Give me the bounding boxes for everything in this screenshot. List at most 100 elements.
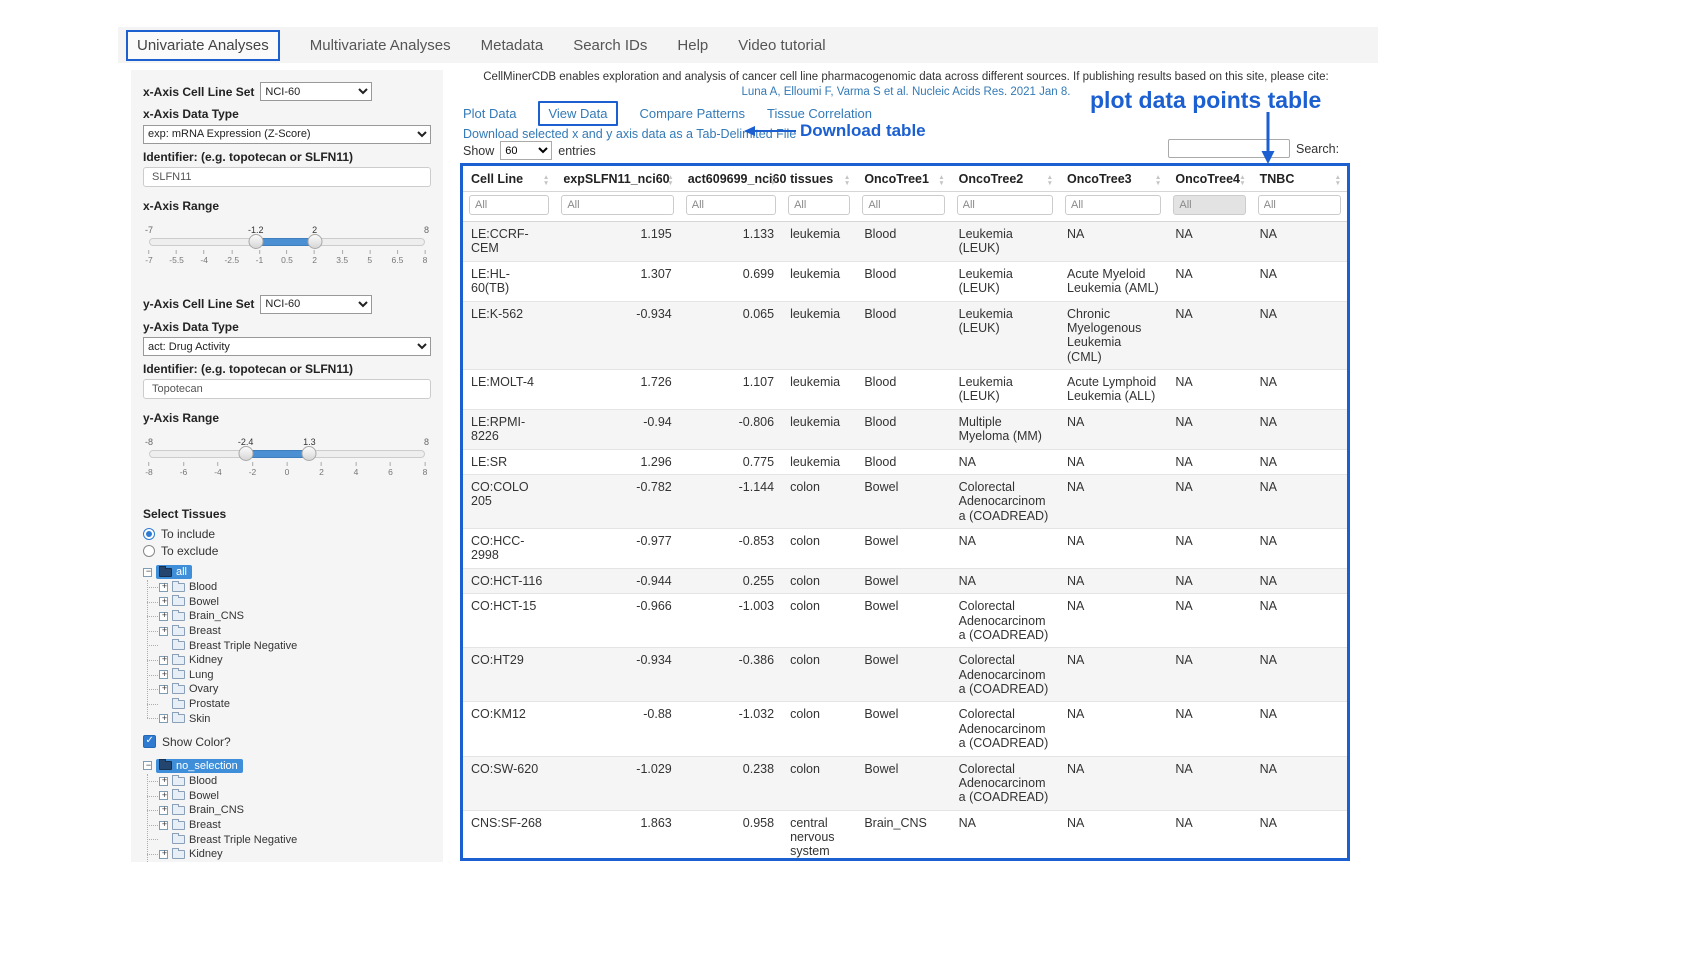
sort-icon[interactable]: ▲▼ [1239, 175, 1245, 186]
column-header-act609699-nci60[interactable]: act609699_nci60▲▼ [680, 166, 782, 192]
nav-tab-metadata[interactable]: Metadata [481, 37, 544, 54]
table-row-co-colo-205[interactable]: CO:COLO 205-0.782-1.144colonBowelColorec… [463, 474, 1347, 528]
tree-item-skin[interactable]: Skin [159, 711, 431, 726]
filter-input-oncotree2[interactable] [957, 195, 1053, 215]
tree-root-all[interactable]: all [143, 564, 431, 580]
sort-icon[interactable]: ▲▼ [543, 175, 549, 186]
slider-handle-high[interactable] [307, 234, 322, 249]
sort-icon[interactable]: ▲▼ [667, 175, 673, 186]
y-identifier-input[interactable] [143, 379, 431, 399]
expand-icon[interactable] [159, 821, 168, 830]
column-header-tissues[interactable]: tissues▲▼ [782, 166, 856, 192]
entries-select[interactable]: 60 [500, 141, 552, 160]
tree-item-blood[interactable]: Blood [159, 580, 431, 595]
expand-icon[interactable] [159, 670, 168, 679]
table-row-le-sr[interactable]: LE:SR1.2960.775leukemiaBloodNANANANA [463, 449, 1347, 474]
tree-item-kidney[interactable]: Kidney [159, 847, 431, 862]
tree-item-brain-cns[interactable]: Brain_CNS [159, 609, 431, 624]
filter-input-cell-line[interactable] [469, 195, 549, 215]
slider-handle-low[interactable] [248, 234, 263, 249]
expand-icon[interactable] [159, 777, 168, 786]
checkbox-checked-icon[interactable] [143, 735, 156, 748]
tree-item-breast-triple-negative[interactable]: Breast Triple Negative [159, 832, 431, 847]
sort-icon[interactable]: ▲▼ [938, 175, 944, 186]
table-row-co-hcc-2998[interactable]: CO:HCC-2998-0.977-0.853colonBowelNANANAN… [463, 529, 1347, 569]
tree-item-breast[interactable]: Breast [159, 624, 431, 639]
sort-icon[interactable]: ▲▼ [1335, 175, 1341, 186]
x-cell-line-set-select[interactable]: NCI-60 [260, 82, 372, 101]
filter-input-oncotree3[interactable] [1065, 195, 1161, 215]
column-header-tnbc[interactable]: TNBC▲▼ [1252, 166, 1347, 192]
filter-input-tnbc[interactable] [1258, 195, 1341, 215]
filter-input-expslfn11-nci60[interactable] [561, 195, 673, 215]
sort-icon[interactable]: ▲▼ [1047, 175, 1053, 186]
table-row-co-ht29[interactable]: CO:HT29-0.934-0.386colonBowelColorectal … [463, 648, 1347, 702]
view-tab-plot-data[interactable]: Plot Data [463, 106, 516, 121]
column-header-cell-line[interactable]: Cell Line▲▼ [463, 166, 555, 192]
radio-selected-icon[interactable] [143, 528, 155, 540]
filter-input-oncotree1[interactable] [862, 195, 944, 215]
expand-icon[interactable] [159, 612, 168, 621]
collapse-icon[interactable] [143, 761, 152, 770]
x-data-type-select[interactable]: exp: mRNA Expression (Z-Score) [143, 125, 431, 144]
column-header-oncotree1[interactable]: OncoTree1▲▼ [856, 166, 950, 192]
tree-item-prostate[interactable]: Prostate [159, 697, 431, 712]
x-identifier-input[interactable] [143, 167, 431, 187]
sort-icon[interactable]: ▲▼ [770, 175, 776, 186]
table-row-co-sw-620[interactable]: CO:SW-620-1.0290.238colonBowelColorectal… [463, 756, 1347, 810]
filter-input-oncotree4[interactable] [1173, 195, 1245, 215]
radio-to-include[interactable]: To include [143, 527, 431, 541]
tree-item-breast-triple-negative[interactable]: Breast Triple Negative [159, 638, 431, 653]
sort-icon[interactable]: ▲▼ [844, 175, 850, 186]
expand-icon[interactable] [159, 714, 168, 723]
expand-icon[interactable] [159, 806, 168, 815]
table-row-le-ccrf-cem[interactable]: LE:CCRF-CEM1.1951.133leukemiaBloodLeukem… [463, 222, 1347, 262]
slider-handle-high[interactable] [302, 446, 317, 461]
tree-item-kidney[interactable]: Kidney [159, 653, 431, 668]
table-row-le-rpmi-8226[interactable]: LE:RPMI-8226-0.94-0.806leukemiaBloodMult… [463, 409, 1347, 449]
table-row-co-hct-15[interactable]: CO:HCT-15-0.966-1.003colonBowelColorecta… [463, 594, 1347, 648]
column-header-oncotree4[interactable]: OncoTree4▲▼ [1167, 166, 1251, 192]
expand-icon[interactable] [159, 850, 168, 859]
x-range-slider[interactable]: -78-1.22-7-5.5-4-2.5-10.523.556.58 [149, 225, 425, 269]
tree-root-no-selection[interactable]: no_selection [143, 758, 431, 774]
table-row-le-k-562[interactable]: LE:K-562-0.9340.065leukemiaBloodLeukemia… [463, 301, 1347, 370]
nav-tab-univariate-analyses[interactable]: Univariate Analyses [126, 30, 280, 61]
sort-icon[interactable]: ▲▼ [1155, 175, 1161, 186]
expand-icon[interactable] [159, 685, 168, 694]
filter-input-tissues[interactable] [788, 195, 850, 215]
y-data-type-select[interactable]: act: Drug Activity [143, 337, 431, 356]
tree-item-breast[interactable]: Breast [159, 818, 431, 833]
expand-icon[interactable] [159, 656, 168, 665]
expand-icon[interactable] [159, 583, 168, 592]
tree-item-bowel[interactable]: Bowel [159, 789, 431, 804]
table-row-co-km12[interactable]: CO:KM12-0.88-1.032colonBowelColorectal A… [463, 702, 1347, 756]
nav-tab-multivariate-analyses[interactable]: Multivariate Analyses [310, 37, 451, 54]
filter-input-act609699-nci60[interactable] [686, 195, 776, 215]
column-header-expslfn11-nci60[interactable]: expSLFN11_nci60▲▼ [555, 166, 679, 192]
collapse-icon[interactable] [143, 568, 152, 577]
view-tab-compare-patterns[interactable]: Compare Patterns [640, 106, 746, 121]
table-row-le-molt-4[interactable]: LE:MOLT-41.7261.107leukemiaBloodLeukemia… [463, 370, 1347, 410]
tree-item-lung[interactable]: Lung [159, 862, 431, 863]
slider-handle-low[interactable] [238, 446, 253, 461]
table-row-le-hl-60-tb[interactable]: LE:HL-60(TB)1.3070.699leukemiaBloodLeuke… [463, 261, 1347, 301]
tree-item-bowel[interactable]: Bowel [159, 595, 431, 610]
tree-item-brain-cns[interactable]: Brain_CNS [159, 803, 431, 818]
column-header-oncotree2[interactable]: OncoTree2▲▼ [951, 166, 1059, 192]
radio-to-exclude[interactable]: To exclude [143, 544, 431, 558]
tree-item-blood[interactable]: Blood [159, 774, 431, 789]
tree-item-lung[interactable]: Lung [159, 668, 431, 683]
y-range-slider[interactable]: -88-2.41.3-8-6-4-202468 [149, 437, 425, 481]
nav-tab-help[interactable]: Help [677, 37, 708, 54]
show-color-checkbox[interactable]: Show Color? [143, 735, 431, 749]
expand-icon[interactable] [159, 791, 168, 800]
expand-icon[interactable] [159, 597, 168, 606]
view-tab-tissue-correlation[interactable]: Tissue Correlation [767, 106, 872, 121]
nav-tab-search-ids[interactable]: Search IDs [573, 37, 647, 54]
tree-item-ovary[interactable]: Ovary [159, 682, 431, 697]
radio-unselected-icon[interactable] [143, 545, 155, 557]
table-row-cns-sf-268[interactable]: CNS:SF-2681.8630.958central nervous syst… [463, 810, 1347, 861]
expand-icon[interactable] [159, 627, 168, 636]
y-cell-line-set-select[interactable]: NCI-60 [260, 295, 372, 314]
